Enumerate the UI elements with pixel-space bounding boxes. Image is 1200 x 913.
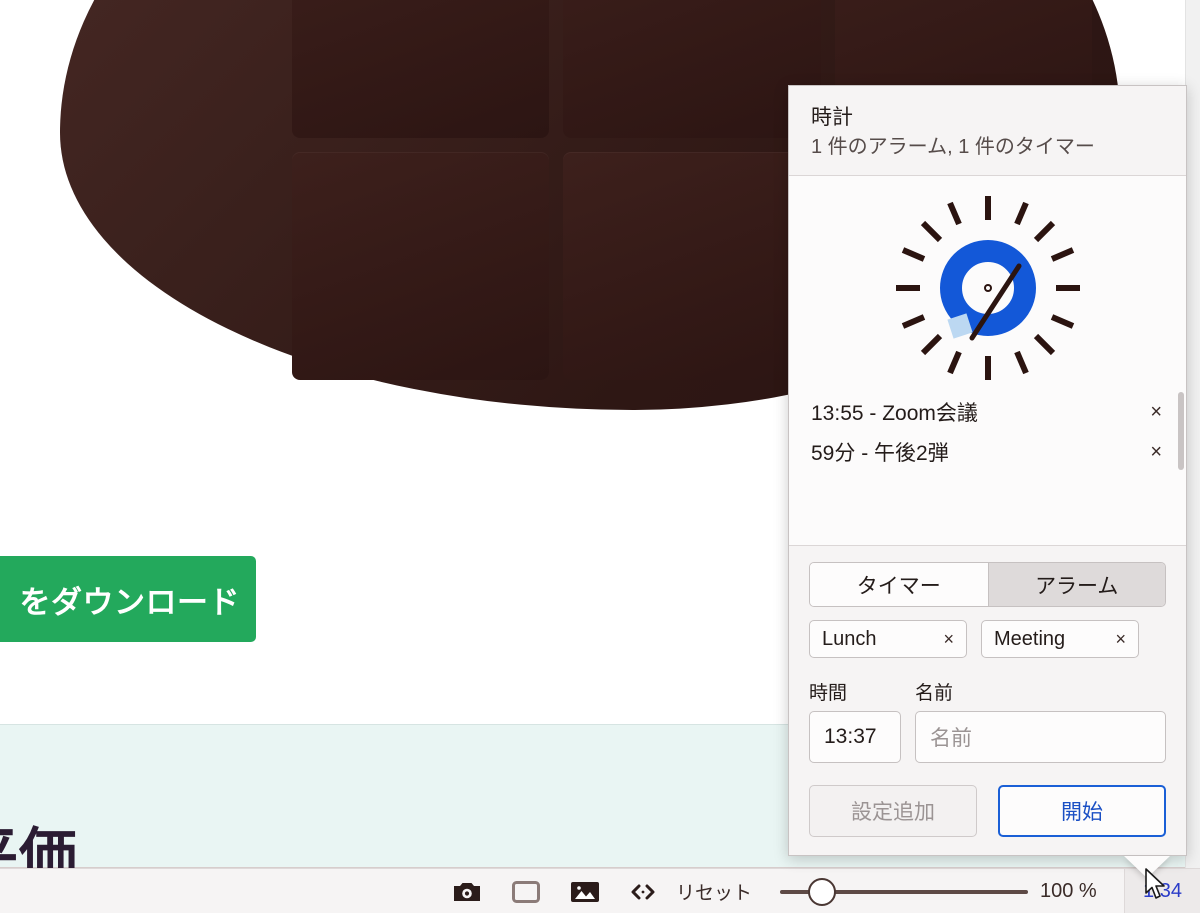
chocolate-square xyxy=(563,152,821,380)
preset-chip-row: Lunch × Meeting × xyxy=(809,620,1166,658)
preset-chip-meeting[interactable]: Meeting × xyxy=(981,620,1139,658)
code-icon[interactable] xyxy=(630,883,656,901)
name-field-group: 名前 名前 xyxy=(915,678,1166,763)
close-icon[interactable]: × xyxy=(943,629,954,650)
toolbar-icon-group xyxy=(452,869,656,913)
alarm-clock-icon xyxy=(789,176,1186,392)
zoom-slider[interactable] xyxy=(780,869,1028,913)
event-list: 13:55 - Zoom会議 × 59分 - 午後2弾 × xyxy=(789,392,1186,484)
bottom-toolbar: リセット 100 % 1 34 xyxy=(0,868,1200,913)
name-field-label: 名前 xyxy=(915,683,954,704)
chocolate-square xyxy=(292,0,550,138)
time-field-label: 時間 xyxy=(809,683,848,704)
download-button[interactable]: をダウンロード xyxy=(0,556,256,642)
clock-popup: 時計 1 件のアラーム, 1 件のタイマー 13:55 - Zoom会議 × 5… xyxy=(788,85,1187,856)
slider-thumb[interactable] xyxy=(808,878,836,906)
list-scrollbar[interactable] xyxy=(1178,392,1184,471)
tab-timer[interactable]: タイマー xyxy=(810,563,988,606)
rectangle-icon[interactable] xyxy=(512,880,540,903)
popup-controls: タイマー アラーム Lunch × Meeting × 時間 13:37 名前 … xyxy=(789,546,1186,855)
time-input[interactable]: 13:37 xyxy=(809,711,901,763)
tab-group: タイマー アラーム xyxy=(809,562,1166,607)
image-icon[interactable] xyxy=(570,880,600,904)
time-field-group: 時間 13:37 xyxy=(809,678,901,763)
preset-chip-label: Lunch xyxy=(822,627,877,650)
name-input[interactable]: 名前 xyxy=(915,711,1166,763)
event-label: 59分 - 午後2弾 xyxy=(811,442,949,466)
add-preset-button[interactable]: 設定追加 xyxy=(809,785,977,837)
chocolate-square xyxy=(563,0,821,138)
field-row: 時間 13:37 名前 名前 xyxy=(809,678,1166,763)
tab-alarm[interactable]: アラーム xyxy=(987,563,1165,606)
page-scrollbar[interactable] xyxy=(1185,0,1200,868)
list-item[interactable]: 13:55 - Zoom会議 × xyxy=(811,392,1168,432)
popup-subtitle: 1 件のアラーム, 1 件のタイマー xyxy=(811,136,1095,159)
popup-arrow xyxy=(1124,856,1170,878)
page-root: をダウンロード 平価 xyxy=(0,0,1200,913)
close-icon[interactable]: × xyxy=(1115,629,1126,650)
popup-body: 13:55 - Zoom会議 × 59分 - 午後2弾 × xyxy=(789,176,1186,546)
close-icon[interactable]: × xyxy=(1144,442,1168,462)
button-row: 設定追加 開始 xyxy=(809,785,1166,837)
preset-chip-label: Meeting xyxy=(994,627,1066,650)
event-label: 13:55 - Zoom会議 xyxy=(811,402,978,426)
camera-icon[interactable] xyxy=(452,880,482,904)
chocolate-square xyxy=(292,152,550,380)
start-button[interactable]: 開始 xyxy=(998,785,1166,837)
popup-title: 時計 xyxy=(811,106,853,129)
zoom-level-label: 100 % xyxy=(1040,880,1097,902)
list-item[interactable]: 59分 - 午後2弾 × xyxy=(811,432,1168,472)
preset-chip-lunch[interactable]: Lunch × xyxy=(809,620,967,658)
close-icon[interactable]: × xyxy=(1144,402,1168,422)
reset-button[interactable]: リセット xyxy=(676,869,752,913)
popup-header: 時計 1 件のアラーム, 1 件のタイマー xyxy=(789,86,1186,177)
